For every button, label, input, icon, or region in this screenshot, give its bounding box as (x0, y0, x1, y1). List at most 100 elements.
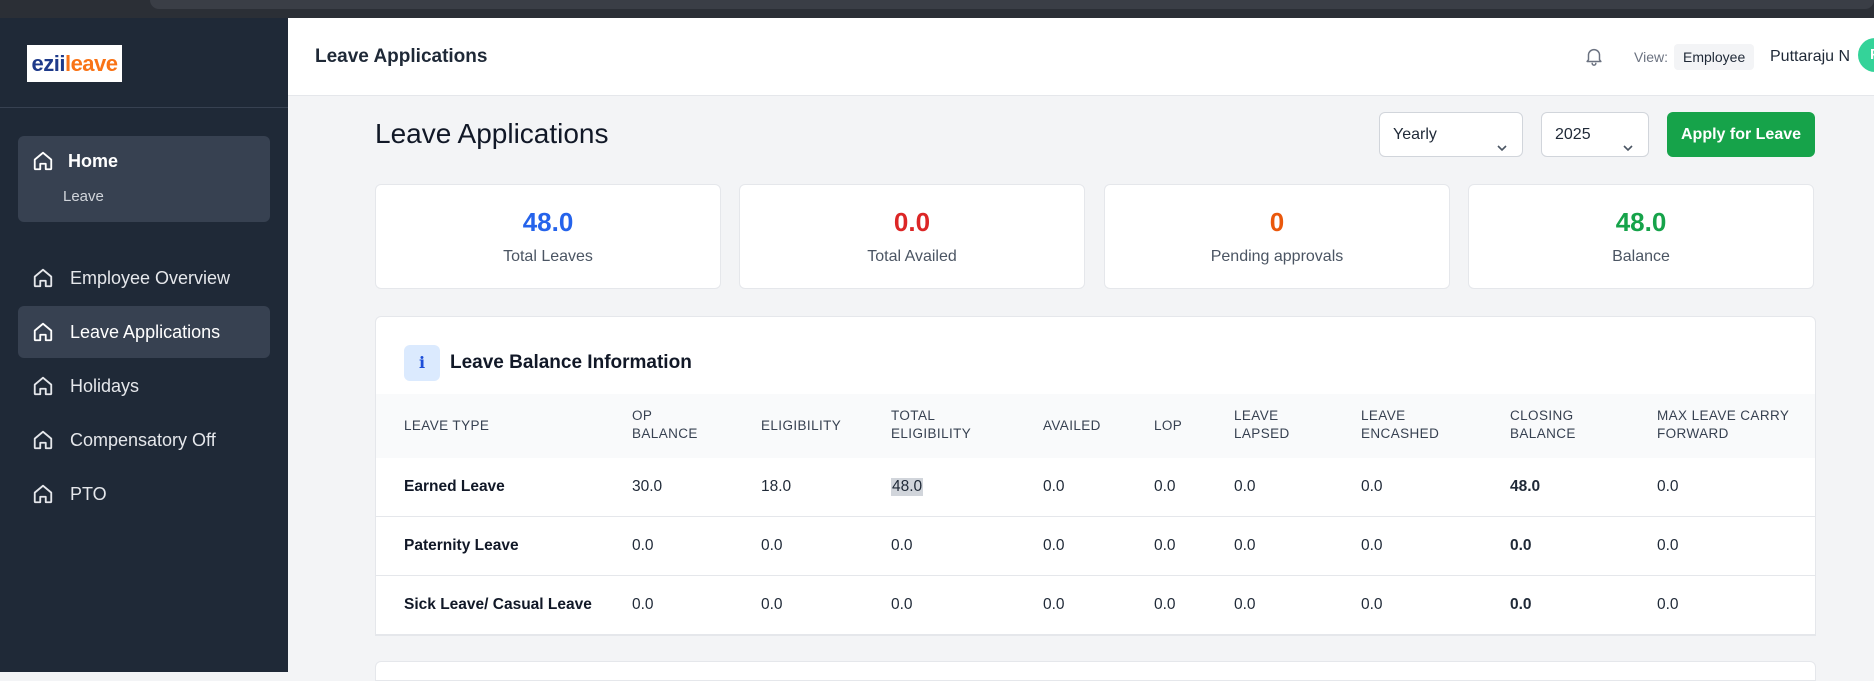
sidebar-item-label: Leave Applications (70, 321, 221, 342)
period-select[interactable]: Yearly (1379, 112, 1523, 157)
page-title: Leave Applications (375, 118, 609, 149)
stat-card-total-availed: 0.0 Total Availed (739, 184, 1085, 289)
stat-value: 0.0 (893, 207, 931, 237)
cell-total-eligibility: 48.0 (891, 478, 924, 496)
sidebar-item-label: Employee Overview (70, 267, 231, 288)
sidebar: ezii leave Home Leave Employee Overview L… (0, 18, 288, 672)
home-icon (32, 150, 54, 172)
cell-leave-lapsed: 0.0 (1234, 537, 1256, 554)
apply-for-leave-button[interactable]: Apply for Leave (1667, 112, 1815, 157)
stat-label: Total Availed (867, 248, 957, 265)
cell-closing-balance: 0.0 (1510, 537, 1532, 554)
cell-op-balance: 30.0 (632, 478, 663, 495)
info-icon: i (404, 345, 440, 381)
sidebar-item-employee-overview[interactable]: Employee Overview (18, 252, 270, 304)
cell-leave-type: Sick Leave/ Casual Leave (404, 596, 592, 613)
cell-leave-encashed: 0.0 (1361, 596, 1383, 613)
stat-value: 0 (1269, 207, 1285, 237)
cell-max-carry-forward: 0.0 (1657, 596, 1679, 613)
cell-leave-type: Earned Leave (404, 478, 505, 495)
home-icon (32, 483, 54, 505)
cell-lop: 0.0 (1154, 478, 1176, 495)
browser-top-strip (0, 0, 1874, 18)
year-select[interactable]: 2025 (1541, 112, 1649, 157)
cell-closing-balance: 48.0 (1510, 478, 1541, 495)
column-header: LEAVE TYPE (404, 418, 490, 433)
leave-balance-panel: i Leave Balance Information LEAVE TYPE O… (375, 316, 1816, 636)
cell-lop: 0.0 (1154, 537, 1176, 554)
column-header: ELIGIBILITY (761, 418, 842, 433)
sidebar-item-holidays[interactable]: Holidays (18, 360, 270, 412)
table-header: LEAVE TYPE OP BALANCE ELIGIBILITY TOTAL EL… (376, 394, 1815, 458)
stat-value: 48.0 (522, 207, 574, 237)
view-role-selector[interactable]: Employee (1674, 44, 1755, 70)
table-row: Earned Leave 30.0 18.0 48.0 0.0 0.0 0.0 … (376, 458, 1815, 517)
home-icon (32, 429, 54, 451)
column-header: AVAILED (1043, 418, 1101, 433)
chevron-down-icon (1496, 128, 1508, 152)
home-icon (32, 375, 54, 397)
sidebar-item-home-label: Home (68, 150, 119, 171)
bell-icon[interactable] (1583, 45, 1605, 67)
cell-availed: 0.0 (1043, 596, 1065, 613)
cell-leave-type: Paternity Leave (404, 537, 519, 554)
cell-leave-lapsed: 0.0 (1234, 596, 1256, 613)
panel-header: i Leave Balance Information (404, 345, 692, 381)
logo-text-ezii: ezii (31, 50, 65, 76)
table-row: Paternity Leave 0.0 0.0 0.0 0.0 0.0 0.0 … (376, 517, 1815, 576)
cell-op-balance: 0.0 (632, 537, 654, 554)
logo-text-leave: leave (64, 50, 118, 76)
stat-label: Pending approvals (1210, 248, 1344, 265)
cell-leave-encashed: 0.0 (1361, 478, 1383, 495)
panel-title: Leave Balance Information (450, 352, 692, 373)
period-select-value: Yearly (1393, 126, 1437, 143)
sidebar-item-label: Compensatory Off (70, 429, 216, 450)
year-select-value: 2025 (1555, 126, 1591, 143)
browser-url-bar[interactable] (150, 0, 1874, 9)
column-header: LOP (1154, 418, 1183, 433)
stat-label: Total Leaves (503, 248, 593, 265)
sidebar-item-label: Holidays (70, 375, 140, 396)
cell-availed: 0.0 (1043, 478, 1065, 495)
column-header: CLOSING BALANCE (1510, 408, 1576, 441)
column-header: LEAVE ENCASHED (1361, 408, 1440, 441)
cell-eligibility: 0.0 (761, 596, 783, 613)
column-header: LEAVE LAPSED (1234, 408, 1290, 441)
cell-max-carry-forward: 0.0 (1657, 537, 1679, 554)
cell-total-eligibility: 0.0 (891, 596, 913, 613)
sidebar-item-pto[interactable]: PTO (18, 468, 270, 520)
cell-leave-encashed: 0.0 (1361, 537, 1383, 554)
sidebar-item-home-sublabel[interactable]: Leave (63, 188, 104, 205)
cell-leave-lapsed: 0.0 (1234, 478, 1256, 495)
cell-availed: 0.0 (1043, 537, 1065, 554)
stat-card-pending-approvals: 0 Pending approvals (1104, 184, 1450, 289)
user-name[interactable]: Puttaraju N (1770, 48, 1850, 66)
cell-eligibility: 18.0 (761, 478, 792, 495)
column-header: TOTAL ELIGIBILITY (891, 408, 972, 441)
app-logo[interactable]: ezii leave (27, 45, 122, 82)
avatar[interactable]: P (1858, 38, 1874, 72)
sidebar-item-leave-applications[interactable]: Leave Applications (18, 306, 270, 358)
stat-card-total-leaves: 48.0 Total Leaves (375, 184, 721, 289)
cell-lop: 0.0 (1154, 596, 1176, 613)
header-title: Leave Applications (315, 46, 488, 67)
cell-max-carry-forward: 0.0 (1657, 478, 1679, 495)
home-icon (32, 267, 54, 289)
view-label: View: (1634, 49, 1668, 65)
sidebar-item-compensatory-off[interactable]: Compensatory Off (18, 414, 270, 466)
cell-total-eligibility: 0.0 (891, 537, 913, 554)
home-icon (32, 321, 54, 343)
sidebar-item-home[interactable]: Home Leave (18, 136, 270, 222)
column-header: MAX LEAVE CARRY FORWARD (1657, 408, 1790, 441)
sidebar-item-label: PTO (70, 483, 107, 504)
chevron-down-icon (1622, 128, 1634, 152)
stat-label: Balance (1612, 248, 1670, 265)
logo-area: ezii leave (0, 18, 288, 108)
stat-card-balance: 48.0 Balance (1468, 184, 1814, 289)
stat-value: 48.0 (1615, 207, 1667, 237)
secondary-panel (375, 661, 1816, 681)
column-header: OP BALANCE (632, 408, 698, 441)
top-header: Leave Applications View: Employee Puttar… (288, 18, 1874, 96)
cell-eligibility: 0.0 (761, 537, 783, 554)
cell-closing-balance: 0.0 (1510, 596, 1532, 613)
